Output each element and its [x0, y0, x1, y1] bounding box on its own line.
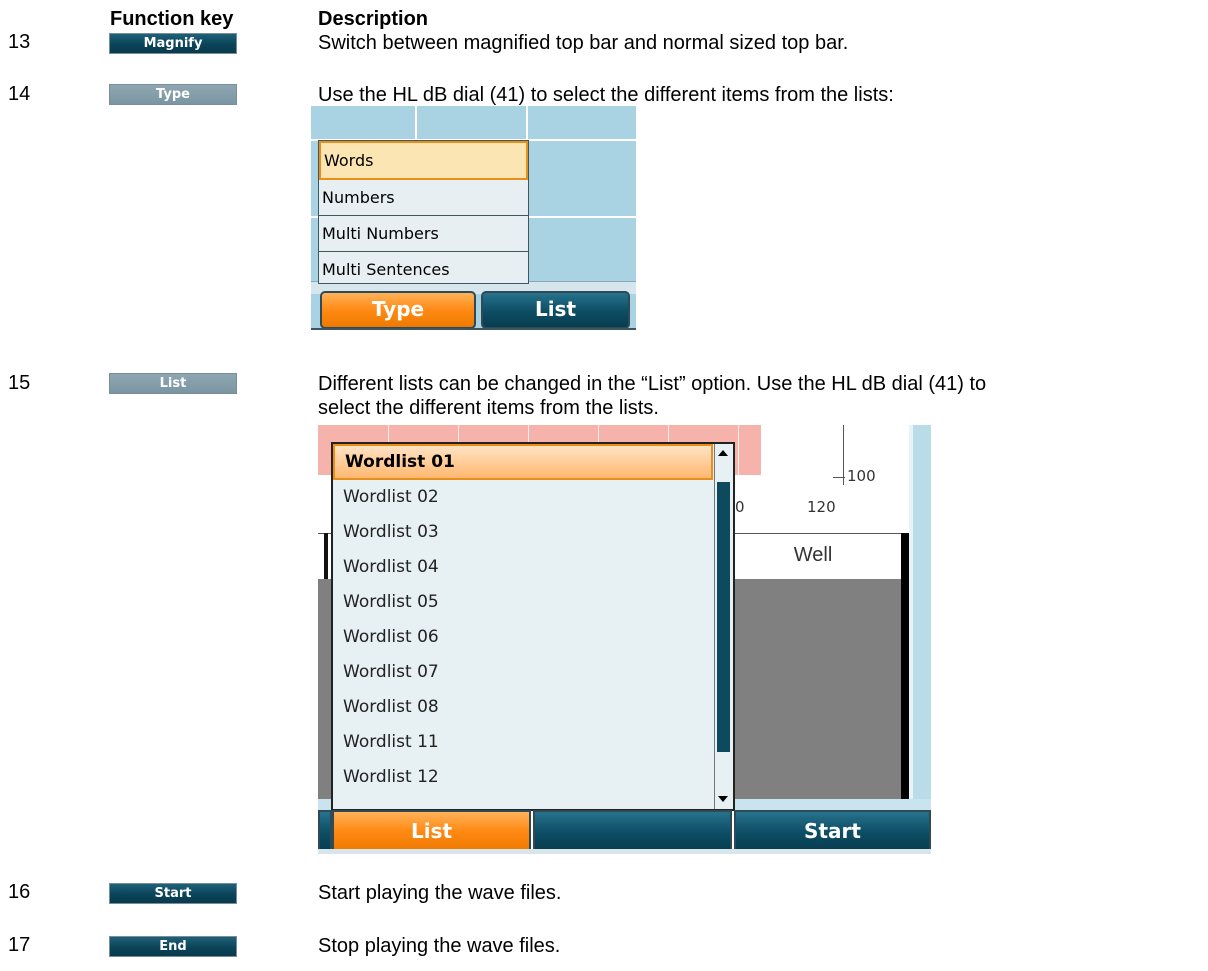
wordlist-option[interactable]: Wordlist 06 [333, 620, 713, 655]
axis-label-120: 120 [807, 498, 836, 516]
start-key[interactable]: Start [109, 883, 237, 904]
list-button[interactable]: List [481, 291, 630, 329]
row-number: 13 [8, 31, 31, 53]
wordlist-option[interactable]: Wordlist 04 [333, 550, 713, 585]
type-dropdown[interactable]: Words Numbers Multi Numbers Multi Senten… [318, 140, 529, 284]
footer-bar [311, 328, 636, 330]
wordlist-option[interactable]: Wordlist 03 [333, 515, 713, 550]
wordlist-option[interactable]: Wordlist 07 [333, 655, 713, 690]
list-key[interactable]: List [109, 373, 237, 394]
row-description: Stop playing the wave files. [318, 935, 561, 957]
type-button[interactable]: Type [320, 291, 476, 329]
type-key[interactable]: Type [109, 84, 237, 105]
type-dropdown-screenshot: Words Numbers Multi Numbers Multi Senten… [311, 106, 636, 330]
panel-border [901, 533, 909, 811]
scrollbar-thumb[interactable] [717, 482, 730, 752]
wordlist-option[interactable]: Wordlist 11 [333, 725, 713, 760]
wordlist-option[interactable]: Wordlist 12 [333, 760, 713, 795]
grid-line [738, 425, 739, 475]
row-number: 17 [8, 934, 31, 956]
row-description: Use the HL dB dial (41) to select the di… [318, 84, 894, 106]
magnify-key[interactable]: Magnify [109, 33, 237, 54]
scroll-down-arrow-icon[interactable] [718, 796, 728, 802]
left-button-edge[interactable] [318, 810, 332, 852]
y-axis-line [843, 425, 844, 485]
end-key[interactable]: End [109, 936, 237, 957]
wordlist-items: Wordlist 01 Wordlist 02 Wordlist 03 Word… [333, 444, 713, 795]
row-description: Switch between magnified top bar and nor… [318, 32, 849, 54]
function-key-header: Function key [110, 8, 234, 30]
axis-label-100: 100 [847, 467, 876, 485]
wordlist-dropdown[interactable]: Wordlist 01 Wordlist 02 Wordlist 03 Word… [331, 442, 735, 811]
list-dropdown-screenshot: 100 120 0 Well Wordlist 01 Wordlist 02 W… [318, 425, 931, 854]
row-number: 16 [8, 881, 31, 903]
footer-bar [318, 849, 931, 854]
type-option-numbers[interactable]: Numbers [319, 180, 528, 216]
row-description-line: select the different items from the list… [318, 397, 659, 419]
window-frame [913, 425, 931, 815]
type-option-words[interactable]: Words [319, 141, 528, 180]
wordlist-option[interactable]: Wordlist 08 [333, 690, 713, 725]
column-header-well: Well [793, 544, 833, 566]
blank-button[interactable] [533, 810, 732, 852]
row-number: 15 [8, 372, 31, 394]
row-description: Start playing the wave files. [318, 882, 562, 904]
wordlist-option-selected[interactable]: Wordlist 01 [333, 444, 713, 480]
scroll-up-arrow-icon[interactable] [718, 450, 728, 456]
wordlist-option[interactable]: Wordlist 02 [333, 480, 713, 515]
dropdown-scrollbar[interactable] [714, 444, 733, 809]
list-button[interactable]: List [332, 810, 531, 852]
start-button[interactable]: Start [734, 810, 931, 852]
divider [324, 533, 328, 579]
type-option-multi-sentences[interactable]: Multi Sentences [319, 252, 528, 287]
row-number: 14 [8, 83, 31, 105]
axis-label-0: 0 [735, 498, 745, 516]
axis-tick [833, 477, 845, 478]
description-header: Description [318, 8, 429, 30]
wordlist-option[interactable]: Wordlist 05 [333, 585, 713, 620]
type-option-multi-numbers[interactable]: Multi Numbers [319, 216, 528, 252]
row-description-line: Different lists can be changed in the “L… [318, 373, 987, 395]
